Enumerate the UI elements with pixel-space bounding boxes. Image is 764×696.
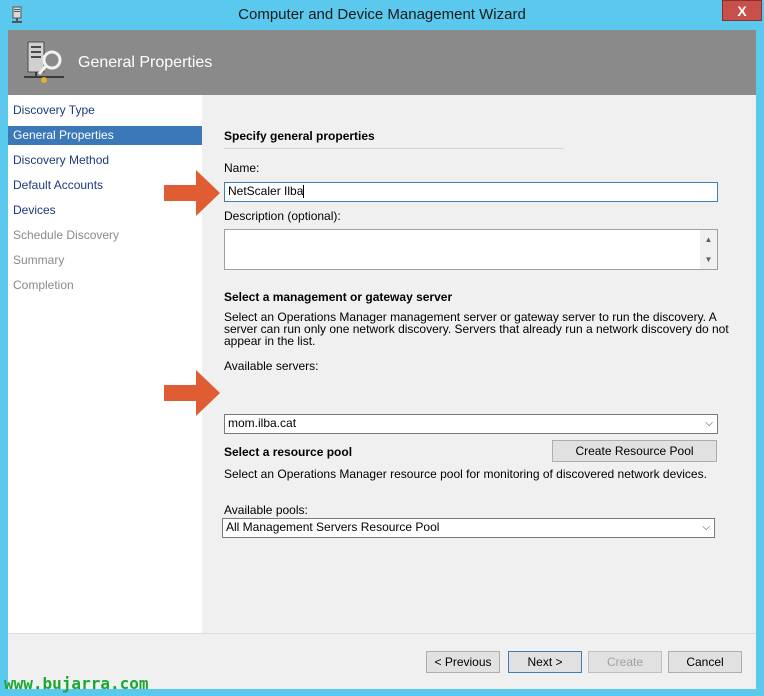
next-button[interactable]: Next > <box>508 651 582 673</box>
cancel-button[interactable]: Cancel <box>668 651 742 673</box>
header-title: General Properties <box>78 54 213 71</box>
wizard-main-panel: Specify general properties Name: NetScal… <box>203 95 756 633</box>
chevron-down-icon: ⌵ <box>705 418 713 429</box>
text-caret <box>303 185 305 199</box>
wizard-window: Computer and Device Management Wizard X … <box>0 0 764 696</box>
nav-item-completion: Completion <box>13 278 74 292</box>
window-title: Computer and Device Management Wizard <box>238 6 526 23</box>
previous-button[interactable]: < Previous <box>426 651 500 673</box>
nav-item-general-properties[interactable]: General Properties <box>8 126 202 145</box>
description-label: Description (optional): <box>224 209 341 223</box>
title-bar[interactable]: Computer and Device Management Wizard X <box>0 0 764 30</box>
name-input[interactable]: NetScaler Ilba <box>224 182 718 202</box>
wizard-header: General Properties <box>8 30 756 95</box>
server-description-line-3: appear in the list. <box>224 334 316 348</box>
selected-server: mom.ilba.cat <box>228 416 297 430</box>
create-resource-pool-button[interactable]: Create Resource Pool <box>552 440 717 462</box>
general-heading: Specify general properties <box>224 129 375 143</box>
available-servers-label: Available servers: <box>224 359 319 373</box>
scroll-up-icon[interactable]: ▲ <box>701 231 716 248</box>
arrow-annotation-icon <box>164 370 220 416</box>
create-button: Create <box>588 651 662 673</box>
name-label: Name: <box>224 161 260 175</box>
nav-item-schedule-discovery: Schedule Discovery <box>13 228 120 242</box>
wizard-client-area: General Properties Discovery Type Genera… <box>8 30 756 689</box>
nav-item-summary: Summary <box>13 253 65 267</box>
nav-item-discovery-method[interactable]: Discovery Method <box>8 151 202 170</box>
close-button[interactable]: X <box>722 0 762 21</box>
available-pools-label: Available pools: <box>224 503 308 517</box>
pool-description: Select an Operations Manager resource po… <box>224 467 707 481</box>
server-heading: Select a management or gateway server <box>224 290 453 304</box>
name-input-value: NetScaler Ilba <box>228 184 304 198</box>
watermark: www.bujarra.com <box>4 674 149 693</box>
arrow-annotation-icon <box>164 170 220 216</box>
nav-item-discovery-type[interactable]: Discovery Type <box>8 101 202 120</box>
description-textarea[interactable]: ▲ ▼ <box>224 229 718 270</box>
pool-heading: Select a resource pool <box>224 445 353 459</box>
network-discovery-icon <box>24 41 64 83</box>
available-pools-dropdown[interactable]: All Management Servers Resource Pool ⌵ <box>222 518 715 538</box>
description-scrollbar[interactable]: ▲ ▼ <box>700 230 717 269</box>
selected-pool: All Management Servers Resource Pool <box>226 520 440 534</box>
chevron-down-icon: ⌵ <box>702 522 710 533</box>
scroll-down-icon[interactable]: ▼ <box>701 251 716 268</box>
heading-divider <box>224 148 564 149</box>
available-servers-dropdown[interactable]: mom.ilba.cat ⌵ <box>224 414 718 434</box>
